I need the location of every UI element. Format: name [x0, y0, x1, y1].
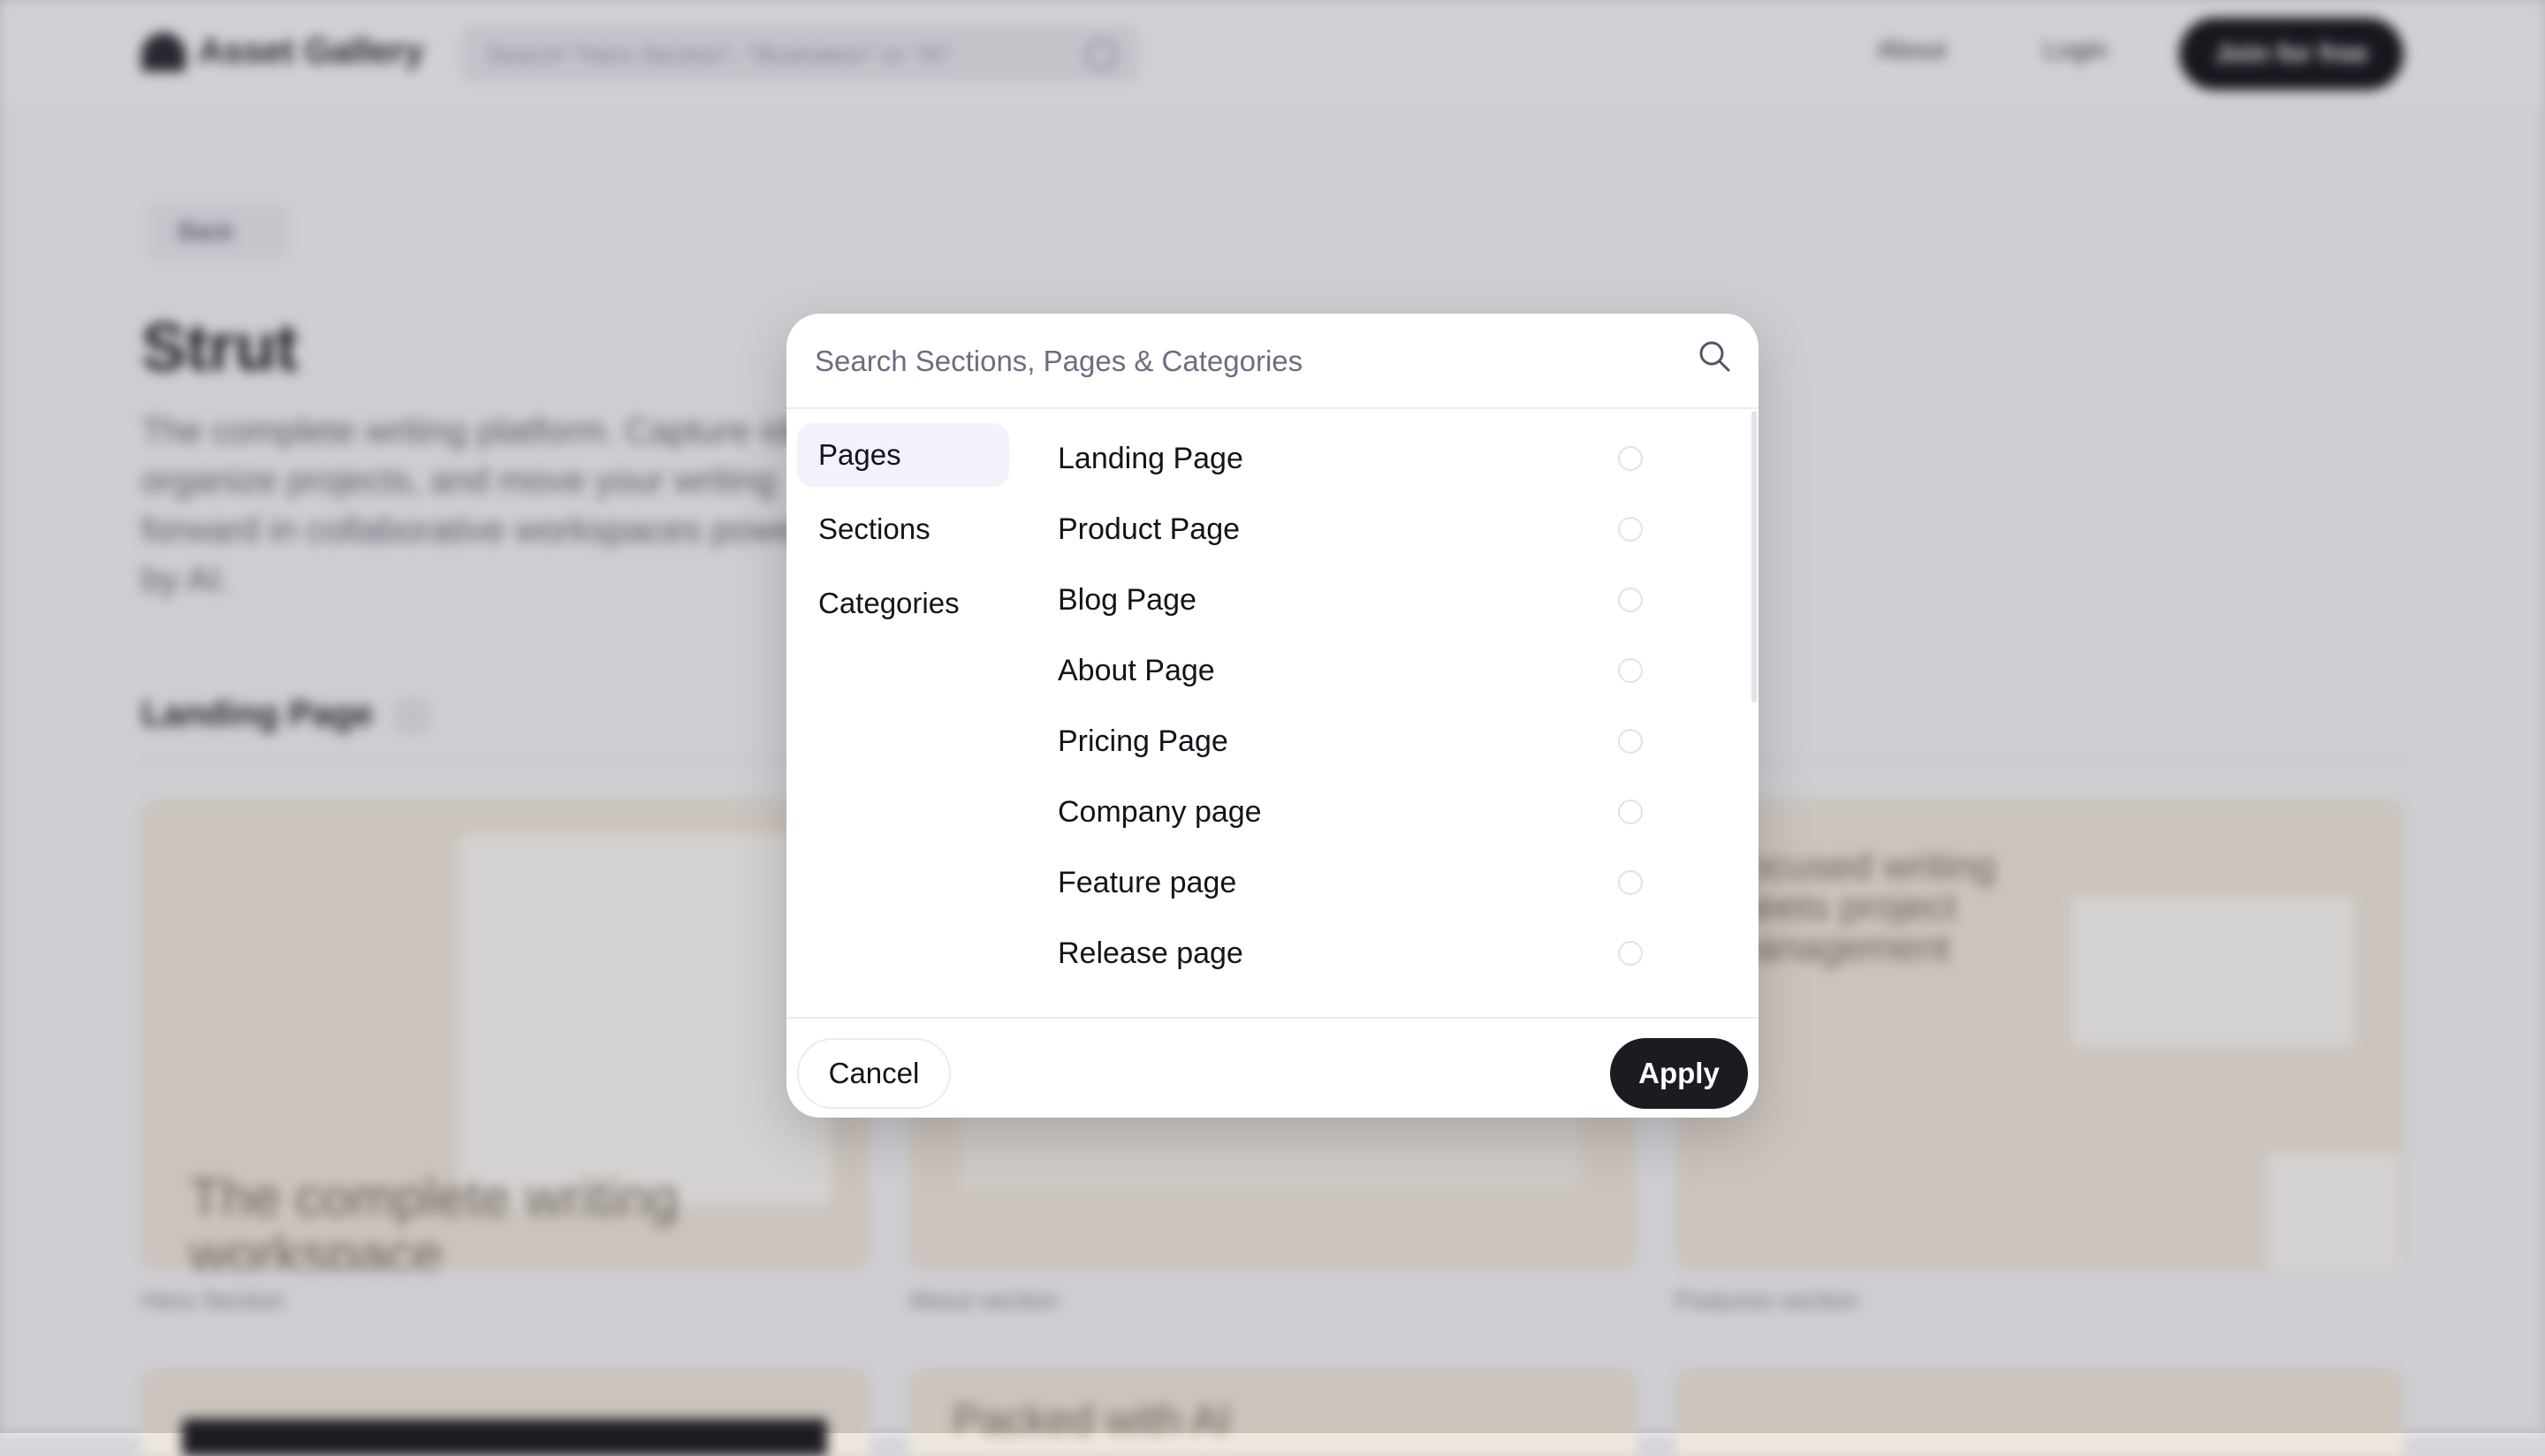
page-type-list: Landing Page Product Page Blog Page Abou… — [1034, 423, 1644, 989]
list-item-feature-page[interactable]: Feature page — [1034, 847, 1644, 918]
apply-button[interactable]: Apply — [1610, 1038, 1748, 1109]
tab-categories[interactable]: Categories — [797, 572, 1009, 635]
list-item-release-page[interactable]: Release page — [1034, 918, 1644, 989]
list-item-label: Product Page — [1058, 512, 1241, 546]
filter-modal: Pages Sections Categories Landing Page P… — [786, 314, 1759, 1118]
radio-button[interactable] — [1618, 941, 1643, 966]
radio-button[interactable] — [1618, 588, 1643, 612]
tab-pages[interactable]: Pages — [797, 423, 1009, 487]
search-icon[interactable] — [1697, 338, 1732, 374]
list-item-company-page[interactable]: Company page — [1034, 777, 1644, 847]
radio-button[interactable] — [1618, 446, 1643, 471]
list-scrollbar[interactable] — [1751, 407, 1759, 1013]
list-item-label: Release page — [1058, 936, 1243, 970]
modal-footer: Cancel Apply — [786, 1017, 1759, 1118]
cancel-button[interactable]: Cancel — [797, 1038, 951, 1109]
list-item-label: Landing Page — [1058, 441, 1243, 475]
radio-button[interactable] — [1618, 658, 1643, 683]
list-item-pricing-page[interactable]: Pricing Page — [1034, 706, 1644, 777]
radio-button[interactable] — [1618, 800, 1643, 824]
list-item-label: About Page — [1058, 653, 1215, 687]
list-item-product-page[interactable]: Product Page — [1034, 494, 1644, 565]
scrollbar-thumb[interactable] — [1751, 411, 1757, 702]
tab-label: Categories — [818, 587, 960, 619]
list-item-landing-page[interactable]: Landing Page — [1034, 423, 1644, 494]
radio-button[interactable] — [1618, 729, 1643, 754]
modal-search-input[interactable] — [813, 335, 1665, 388]
category-tabs: Pages Sections Categories — [797, 423, 1009, 646]
tab-label: Pages — [818, 438, 901, 471]
radio-button[interactable] — [1618, 517, 1643, 542]
list-item-label: Company page — [1058, 794, 1262, 829]
modal-search-bar — [786, 314, 1759, 409]
list-item-label: Pricing Page — [1058, 724, 1228, 758]
list-item-blog-page[interactable]: Blog Page — [1034, 565, 1644, 635]
radio-button[interactable] — [1618, 870, 1643, 895]
list-item-label: Feature page — [1058, 865, 1237, 899]
list-item-label: Blog Page — [1058, 582, 1197, 617]
tab-label: Sections — [818, 512, 931, 545]
tab-sections[interactable]: Sections — [797, 497, 1009, 561]
list-item-about-page[interactable]: About Page — [1034, 635, 1644, 706]
